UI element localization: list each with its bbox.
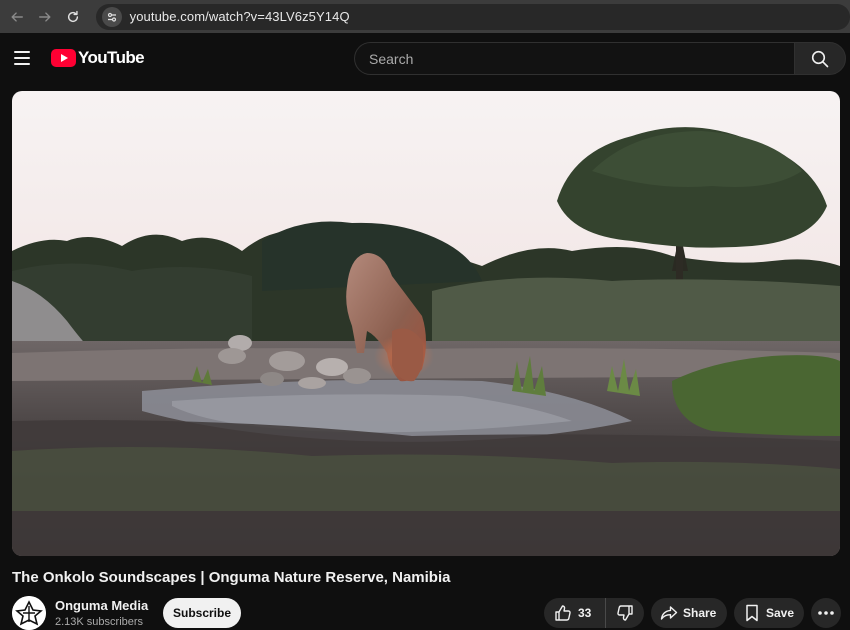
more-dots-icon bbox=[818, 611, 834, 615]
video-frame bbox=[12, 91, 840, 556]
channel-avatar[interactable] bbox=[12, 596, 46, 630]
site-info-icon[interactable] bbox=[101, 6, 122, 27]
share-button[interactable]: Share bbox=[651, 598, 727, 628]
url-text: youtube.com/watch?v=43LV6z5Y14Q bbox=[129, 9, 350, 24]
logo-text: YouTube bbox=[78, 48, 145, 67]
browser-toolbar: youtube.com/watch?v=43LV6z5Y14Q bbox=[0, 0, 850, 33]
channel-name[interactable]: Onguma Media bbox=[55, 598, 148, 613]
save-button[interactable]: Save bbox=[734, 598, 804, 628]
back-arrow-icon bbox=[11, 11, 23, 22]
more-actions-button[interactable] bbox=[811, 598, 841, 628]
like-button[interactable]: 33 bbox=[544, 598, 606, 628]
forward-button[interactable] bbox=[32, 4, 58, 30]
search-input[interactable] bbox=[354, 42, 794, 75]
search-bar bbox=[354, 42, 846, 75]
reload-button[interactable] bbox=[60, 4, 86, 30]
reload-icon bbox=[67, 10, 78, 22]
youtube-header: YouTube bbox=[0, 33, 850, 83]
search-icon bbox=[811, 50, 829, 67]
like-count: 33 bbox=[578, 606, 592, 620]
back-button[interactable] bbox=[4, 4, 30, 30]
subscriber-count: 2.13K subscribers bbox=[55, 616, 144, 628]
thumbs-up-icon bbox=[555, 605, 571, 621]
video-player[interactable] bbox=[12, 91, 840, 556]
thumbs-down-icon bbox=[617, 605, 633, 621]
hamburger-menu-icon[interactable] bbox=[10, 46, 34, 70]
youtube-play-logo-icon bbox=[51, 49, 76, 67]
dislike-button[interactable] bbox=[606, 598, 644, 628]
search-button[interactable] bbox=[794, 42, 846, 75]
video-title: The Onkolo Soundscapes | Onguma Nature R… bbox=[12, 569, 451, 586]
channel-row: Onguma Media 2.13K subscribers Subscribe… bbox=[12, 596, 841, 630]
forward-arrow-icon bbox=[38, 11, 51, 22]
like-dislike-group: 33 bbox=[544, 598, 644, 628]
subscribe-button[interactable]: Subscribe bbox=[163, 598, 241, 628]
address-bar[interactable]: youtube.com/watch?v=43LV6z5Y14Q bbox=[95, 3, 850, 30]
youtube-logo[interactable]: YouTube bbox=[51, 48, 145, 68]
bookmark-icon bbox=[746, 604, 758, 622]
share-label: Share bbox=[683, 606, 717, 620]
share-arrow-icon bbox=[660, 606, 678, 620]
save-label: Save bbox=[766, 606, 795, 620]
